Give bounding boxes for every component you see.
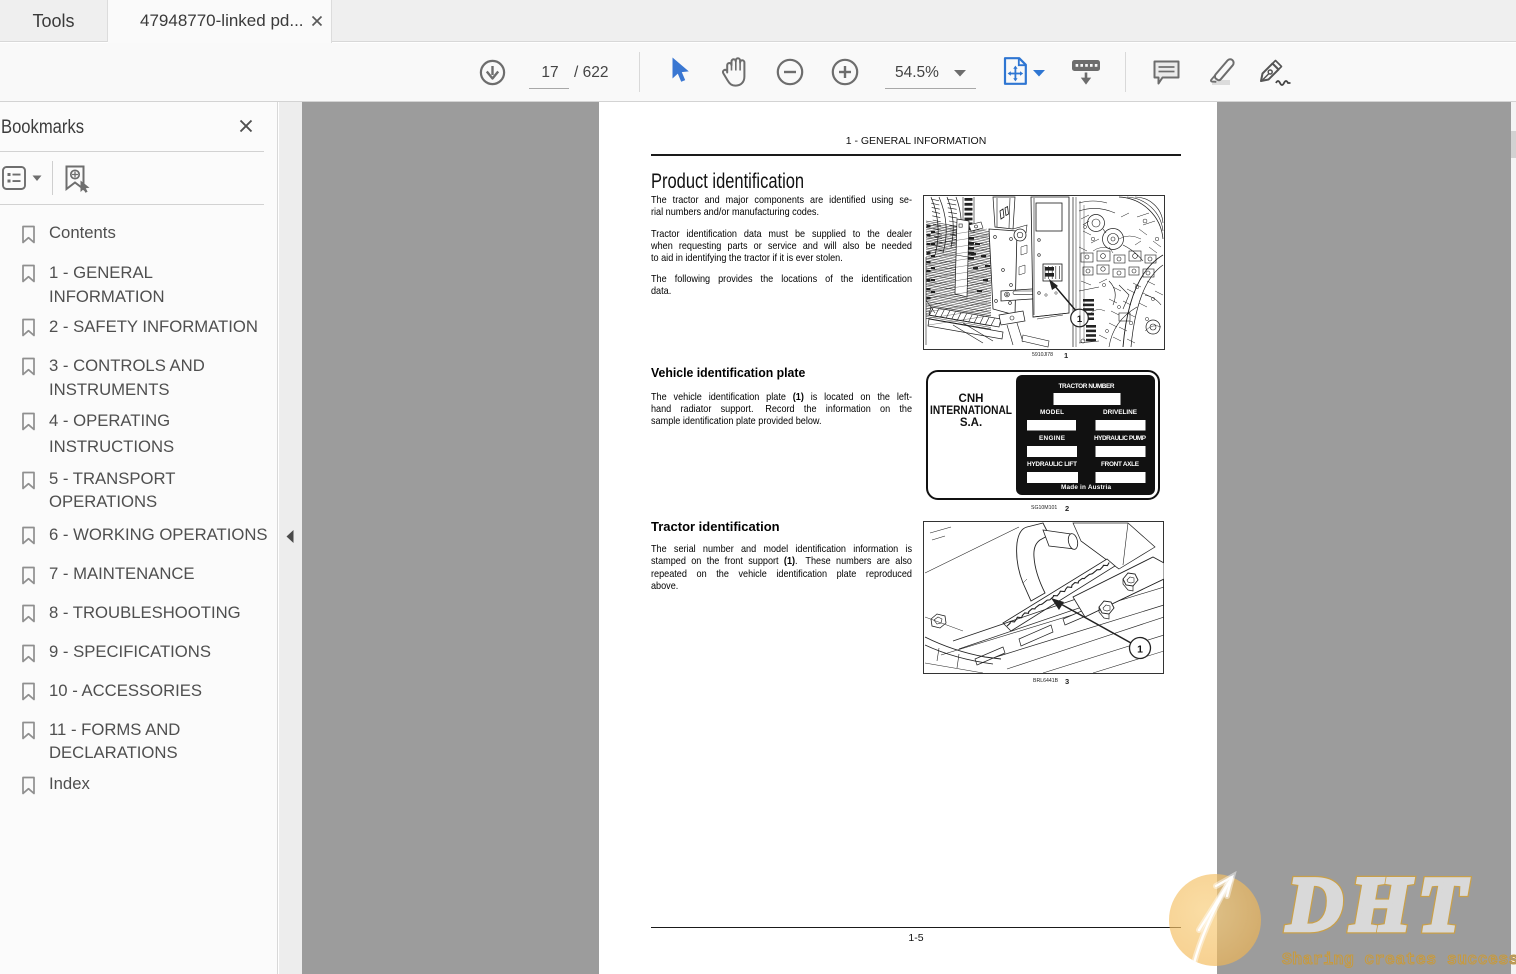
svg-text:ENGINE: ENGINE bbox=[1039, 435, 1066, 442]
svg-text:DHT: DHT bbox=[1286, 861, 1474, 946]
svg-text:TRACTOR NUMBER: TRACTOR NUMBER bbox=[1059, 383, 1115, 390]
svg-text:CNH: CNH bbox=[959, 393, 984, 405]
svg-text:HYDRAULIC PUMP: HYDRAULIC PUMP bbox=[1094, 435, 1147, 442]
svg-text:FRONT AXLE: FRONT AXLE bbox=[1101, 461, 1140, 468]
svg-text:INTERNATIONAL: INTERNATIONAL bbox=[930, 405, 1012, 417]
svg-text:1: 1 bbox=[1137, 644, 1143, 656]
svg-text:Made in Austria: Made in Austria bbox=[1061, 484, 1111, 491]
svg-text:MODEL: MODEL bbox=[1040, 409, 1064, 416]
svg-text:DRIVELINE: DRIVELINE bbox=[1103, 409, 1138, 416]
svg-text:HYDRAULIC LIFT: HYDRAULIC LIFT bbox=[1027, 461, 1077, 468]
svg-text:S.A.: S.A. bbox=[960, 417, 982, 429]
